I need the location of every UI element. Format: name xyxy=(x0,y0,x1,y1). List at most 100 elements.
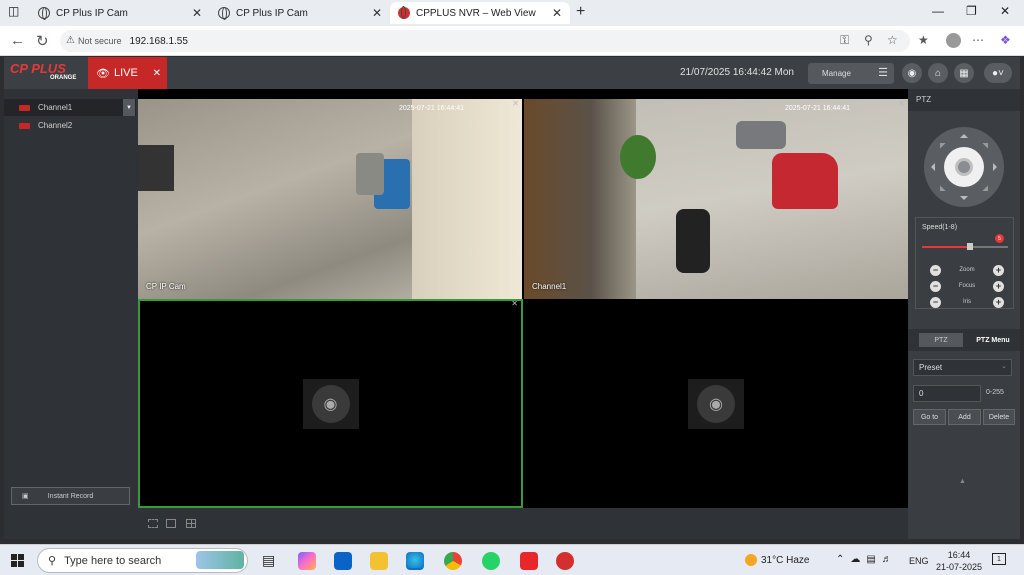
language-indicator[interactable]: ENG xyxy=(909,556,929,566)
outlook-icon[interactable] xyxy=(334,552,352,570)
profile-avatar[interactable] xyxy=(946,33,961,48)
preset-number-input[interactable]: 0 xyxy=(913,385,981,402)
chrome-icon[interactable] xyxy=(444,552,462,570)
collapse-icon[interactable]: ▲ xyxy=(959,478,966,485)
preset-select[interactable]: Preset ⌄ xyxy=(913,359,1012,376)
close-icon[interactable]: ✕ xyxy=(512,99,519,108)
zoom-icon[interactable]: ⚲ xyxy=(864,33,873,47)
back-icon[interactable]: ← xyxy=(10,32,25,49)
favorites-icon[interactable]: ★ xyxy=(918,33,929,47)
zoom-in-button[interactable]: + xyxy=(993,264,1004,276)
speed-slider[interactable] xyxy=(922,243,1008,250)
video-cell-4[interactable]: ◉ xyxy=(524,299,908,508)
cloud-icon[interactable]: ☁ xyxy=(850,554,860,565)
arrow-down-left-icon[interactable] xyxy=(934,185,946,197)
delete-button[interactable]: Delete xyxy=(983,409,1015,425)
arrow-up-left-icon[interactable] xyxy=(934,137,946,149)
url-text[interactable]: 192.168.1.55 xyxy=(130,36,188,47)
address-bar-row: ← ↻ ⚠ Not secure 192.168.1.55 ⚿ ⚲ ☆ ★ ⋯ … xyxy=(0,26,1024,56)
edge-browser-icon[interactable] xyxy=(406,552,424,570)
weather-widget[interactable]: 31°C Haze xyxy=(745,554,809,566)
close-icon[interactable]: ✕ xyxy=(552,6,562,20)
clock-date: 21-07-2025 xyxy=(936,562,983,572)
eye-icon: 👁 xyxy=(96,67,110,80)
iris-plus-button[interactable]: + xyxy=(993,296,1004,308)
window-close-button[interactable]: ✕ xyxy=(1000,4,1010,18)
search-highlight-icon[interactable] xyxy=(196,551,244,569)
whatsapp-icon[interactable] xyxy=(482,552,500,570)
url-input[interactable]: ⚠ Not secure 192.168.1.55 xyxy=(60,30,910,52)
close-icon[interactable]: ✕ xyxy=(511,301,518,308)
focus-plus-button[interactable]: + xyxy=(993,280,1004,292)
close-icon[interactable]: ✕ xyxy=(192,6,202,20)
channel-item-2[interactable]: Channel2 xyxy=(4,117,136,134)
instant-record-button[interactable]: ▣ Instant Record xyxy=(11,487,130,505)
copilot-app-icon[interactable] xyxy=(298,552,316,570)
channel-item-1[interactable]: Channel1 ▼ xyxy=(4,99,136,116)
arrow-up-right-icon[interactable] xyxy=(982,137,994,149)
single-layout-icon[interactable] xyxy=(166,519,176,528)
browser-tab-2[interactable]: CP Plus IP Cam ✕ xyxy=(210,2,390,24)
minimize-button[interactable]: — xyxy=(932,4,944,18)
cell-timestamp: 2025-07-21 16:44:41 xyxy=(399,105,464,112)
zoom-label: Zoom xyxy=(959,267,975,273)
tab-actions-icon[interactable]: ◫ xyxy=(8,4,19,18)
arrow-down-right-icon[interactable] xyxy=(982,185,994,197)
restore-button[interactable]: ❐ xyxy=(966,4,977,18)
ptz-controls: Speed(1-8) 5 − Zoom + − Focus + − Iris + xyxy=(915,217,1014,309)
arrow-down-icon[interactable] xyxy=(960,196,968,204)
iris-minus-button[interactable]: − xyxy=(930,296,941,308)
video-cell-3[interactable]: ✕ ◉ xyxy=(138,299,523,508)
notification-icon[interactable]: 1 xyxy=(992,553,1006,565)
task-view-icon[interactable]: ▤ xyxy=(262,552,280,570)
drum-shape xyxy=(356,153,384,195)
video-cell-2[interactable]: ✕ 2025-07-21 16:44:41 Channel1 xyxy=(524,99,908,299)
copilot-icon[interactable]: ❖ xyxy=(1000,33,1011,47)
security-label[interactable]: Not secure xyxy=(78,36,130,46)
focus-row: − Focus + xyxy=(930,280,1004,292)
favorite-star-icon[interactable]: ☆ xyxy=(887,33,898,47)
home-icon[interactable]: ⌂ xyxy=(928,63,948,83)
video-cell-1[interactable]: ✕ 2025-07-21 16:44:41 CP IP Cam xyxy=(138,99,522,299)
add-button[interactable]: Add xyxy=(948,409,981,425)
browser-tab-3[interactable]: CPPLUS NVR – Web View ✕ xyxy=(390,2,570,24)
close-icon[interactable]: ✕ xyxy=(372,6,382,20)
joystick-center[interactable] xyxy=(944,147,984,187)
chevron-up-icon[interactable]: ⌃ xyxy=(836,554,844,565)
qr-icon[interactable]: ▦ xyxy=(954,63,974,83)
search-icon: ⚲ xyxy=(48,555,57,567)
new-tab-button[interactable]: + xyxy=(576,3,585,21)
user-menu-icon[interactable]: ●˅ xyxy=(984,63,1012,83)
globe-icon xyxy=(38,7,50,20)
arrow-right-icon[interactable] xyxy=(993,163,1001,171)
speed-slider-handle[interactable] xyxy=(967,243,974,250)
cpplus-app-icon[interactable] xyxy=(556,552,574,570)
arrow-up-icon[interactable] xyxy=(960,130,968,138)
goto-button[interactable]: Go to xyxy=(913,409,946,425)
live-tab[interactable]: 👁 LIVE ✕ xyxy=(88,57,167,89)
key-icon[interactable]: ⚿ xyxy=(840,33,849,48)
quad-layout-icon[interactable] xyxy=(186,519,196,528)
windows-start-icon[interactable] xyxy=(11,554,24,567)
chevron-down-icon[interactable]: ▼ xyxy=(123,99,135,116)
more-menu-icon[interactable]: ⋯ xyxy=(972,33,984,47)
volume-icon[interactable]: ♬ xyxy=(882,554,892,565)
fullscreen-icon[interactable] xyxy=(148,519,158,528)
network-icon[interactable]: ▤ xyxy=(866,554,875,565)
browser-tab-1[interactable]: CP Plus IP Cam ✕ xyxy=(30,2,210,24)
tab-ptz[interactable]: PTZ xyxy=(919,333,963,347)
close-icon[interactable]: ✕ xyxy=(898,99,905,108)
wps-office-icon[interactable] xyxy=(520,552,538,570)
taskbar-clock[interactable]: 16:44 21-07-2025 xyxy=(936,549,982,573)
arrow-left-icon[interactable] xyxy=(927,163,935,171)
manage-button[interactable]: Manage ☰ xyxy=(808,63,894,84)
close-icon[interactable]: ✕ xyxy=(153,68,161,79)
zoom-out-button[interactable]: − xyxy=(930,264,941,276)
ptz-joystick[interactable] xyxy=(924,127,1004,207)
focus-minus-button[interactable]: − xyxy=(930,280,941,292)
reload-icon[interactable]: ↻ xyxy=(36,32,49,50)
tab-ptz-menu[interactable]: PTZ Menu xyxy=(970,333,1016,347)
file-explorer-icon[interactable] xyxy=(370,552,388,570)
clock-time: 16:44 xyxy=(947,550,971,560)
live-view-icon[interactable]: ◉ xyxy=(902,63,922,83)
